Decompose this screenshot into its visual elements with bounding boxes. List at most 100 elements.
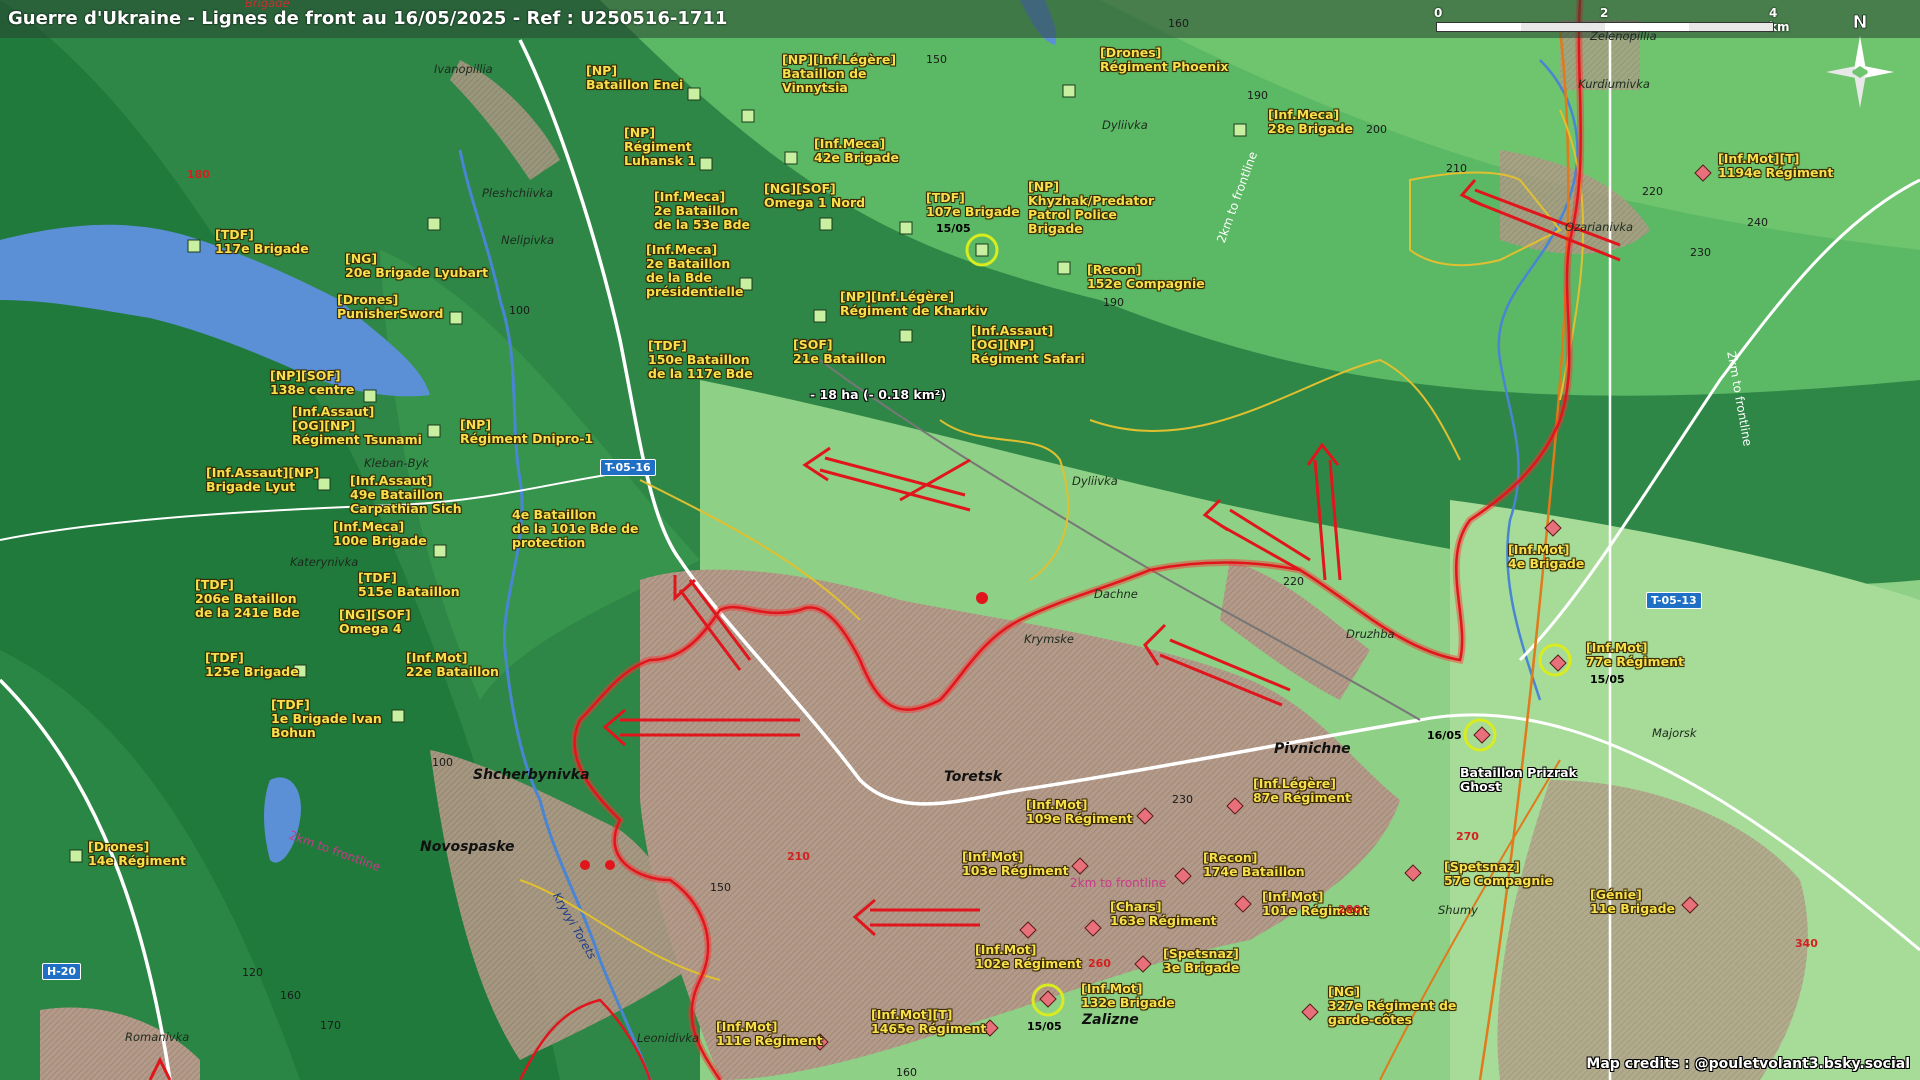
elevation-label: 120 (242, 966, 263, 979)
ua-unit-label: [NP] Bataillon Enei (586, 63, 684, 92)
ua-unit-label: [Inf.Meca] 42e Brigade (814, 136, 900, 165)
frontline-distance-label: 2km to frontline (1070, 876, 1167, 890)
ru-unit-marker (1473, 726, 1491, 744)
place-label: Novospaske (420, 839, 515, 855)
elevation-label: 340 (1795, 937, 1818, 950)
ru-unit-marker (1544, 519, 1562, 537)
ua-unit-label: [TDF] 1e Brigade Ivan Bohun (271, 697, 382, 740)
ru-unit-label: [Spetsnaz] 57e Compagnie (1444, 859, 1554, 888)
front-line-map[interactable]: Guerre d'Ukraine - Lignes de front au 16… (0, 0, 1920, 1080)
place-label: Zalizne (1082, 1012, 1139, 1028)
place-label: Dyliivka (1072, 474, 1118, 488)
territory-loss-note: - 18 ha (- 0.18 km²) (810, 387, 946, 402)
ru-unit-marker (1136, 807, 1154, 825)
ua-unit-label: [Inf.Mot] 22e Bataillon (406, 650, 499, 679)
ru-unit-label: [Chars] 163e Régiment (1110, 899, 1217, 928)
place-label: Ozarianivka (1565, 220, 1634, 234)
ru-unit-marker (1694, 164, 1712, 182)
place-label: Shumy (1438, 903, 1478, 917)
ru-unit-label: [Inf.Mot] 103e Régiment (962, 849, 1069, 878)
ua-unit-marker (317, 477, 331, 491)
elevation-label: 150 (926, 53, 947, 66)
elevation-label: 100 (432, 756, 453, 769)
elevation-label: 270 (1456, 830, 1479, 843)
ua-unit-marker (687, 87, 701, 101)
elevation-label: 150 (710, 881, 731, 894)
ru-unit-label: [Inf.Mot] 111e Régiment (716, 1019, 823, 1048)
ua-unit-label: [Inf.Assaut] [OG][NP] Régiment Tsunami (292, 404, 422, 447)
ua-unit-label: [Inf.Meca] 2e Bataillon de la 53e Bde (654, 189, 751, 232)
ru-unit-label: [Inf.Mot][T] 1465e Régiment (871, 1007, 987, 1036)
ua-unit-marker (741, 109, 755, 123)
ua-unit-label: [NP] Khyzhak/Predator Patrol Police Brig… (1028, 179, 1155, 236)
ua-unit-marker (449, 311, 463, 325)
ru-unit-label: [Inf.Mot] 77e Régiment (1586, 640, 1684, 669)
ua-unit-marker (427, 424, 441, 438)
ua-unit-marker (391, 709, 405, 723)
ru-unit-marker (1234, 895, 1252, 913)
place-label: Leonidivka (637, 1031, 700, 1045)
elevation-label: 160 (1168, 17, 1189, 30)
ua-unit-label: [NP] Régiment Luhansk 1 (624, 125, 696, 168)
ru-unit-label: [Recon] 174e Bataillon (1203, 850, 1305, 879)
road-shield: T-05-16 (600, 459, 656, 476)
elevation-label: 170 (320, 1019, 341, 1032)
ua-unit-marker (433, 544, 447, 558)
ua-unit-marker (819, 217, 833, 231)
ru-unit-label: [NG] 327e Régiment de garde-côtes (1328, 984, 1457, 1027)
ua-unit-label: [Inf.Meca] 2e Bataillon de la Bde présid… (646, 242, 744, 299)
ua-unit-marker (899, 221, 913, 235)
ru-unit-label: Bataillon Prizrak Ghost (1460, 765, 1577, 794)
ua-unit-label: [TDF] 125e Brigade (205, 650, 299, 679)
elevation-label: 240 (1747, 216, 1768, 229)
ua-unit-marker (187, 239, 201, 253)
elevation-label: 230 (1690, 246, 1711, 259)
update-date-label: 15/05 (1027, 1020, 1062, 1033)
elevation-label: 180 (187, 168, 210, 181)
place-label: Druzhba (1346, 627, 1395, 641)
elevation-label: 190 (1247, 89, 1268, 102)
elevation-label: 160 (280, 989, 301, 1002)
place-label: Brigade (245, 0, 290, 10)
north-arrow-icon: N (1812, 8, 1908, 122)
elevation-label: 280 (1338, 903, 1361, 916)
place-label: Pleshchiivka (482, 186, 553, 200)
ua-unit-label: [Inf.Assaut] 49e Bataillon Carpathian Si… (350, 473, 462, 516)
ru-unit-marker (1039, 990, 1057, 1008)
ru-unit-marker (1404, 864, 1422, 882)
ua-unit-label: [NG] 20e Brigade Lyubart (345, 251, 489, 280)
elevation-label: 210 (1446, 162, 1467, 175)
ua-unit-label: 4e Bataillon de la 101e Bde de protectio… (512, 507, 639, 550)
map-title: Guerre d'Ukraine - Lignes de front au 16… (8, 8, 728, 29)
place-label: Dyliivka (1102, 118, 1148, 132)
ua-unit-label: [Recon] 152e Compagnie (1087, 262, 1205, 291)
ua-unit-label: [TDF] 150e Bataillon de la 117e Bde (648, 338, 753, 381)
ua-unit-label: [NP] Régiment Dnipro-1 (460, 417, 594, 446)
ru-unit-marker (1681, 896, 1699, 914)
update-date-label: 15/05 (1590, 673, 1625, 686)
ua-unit-label: [NG][SOF] Omega 1 Nord (764, 181, 866, 210)
elevation-label: 260 (1088, 957, 1111, 970)
ru-unit-label: [Inf.Mot] 4e Brigade (1508, 542, 1585, 571)
ua-unit-label: [NG][SOF] Omega 4 (339, 607, 411, 636)
ua-unit-label: [TDF] 117e Brigade (215, 227, 309, 256)
ua-unit-label: [Inf.Meca] 28e Brigade (1268, 107, 1354, 136)
ua-unit-marker (975, 243, 989, 257)
elevation-label: 230 (1172, 793, 1193, 806)
ua-unit-marker (1057, 261, 1071, 275)
ru-unit-label: [Inf.Légère] 87e Régiment (1253, 776, 1351, 805)
elevation-label: 220 (1642, 185, 1663, 198)
ru-unit-marker (1019, 921, 1037, 939)
ru-unit-label: [Inf.Mot] 132e Brigade (1081, 981, 1175, 1010)
ua-unit-label: [Inf.Meca] 100e Brigade (333, 519, 427, 548)
road-shield: H-20 (42, 963, 82, 980)
place-label: Nelipivka (501, 233, 555, 247)
ua-unit-label: [Drones] PunisherSword (337, 292, 444, 321)
place-label: Romanivka (125, 1030, 190, 1044)
place-label: Zelenopillia (1590, 29, 1657, 43)
ru-unit-label: [Inf.Mot][T] 1194e Régiment (1718, 151, 1834, 180)
ru-unit-label: [Inf.Mot] 102e Régiment (975, 942, 1082, 971)
ua-unit-label: [TDF] 107e Brigade (926, 190, 1020, 219)
elevation-label: 200 (1366, 123, 1387, 136)
ua-unit-marker (427, 217, 441, 231)
